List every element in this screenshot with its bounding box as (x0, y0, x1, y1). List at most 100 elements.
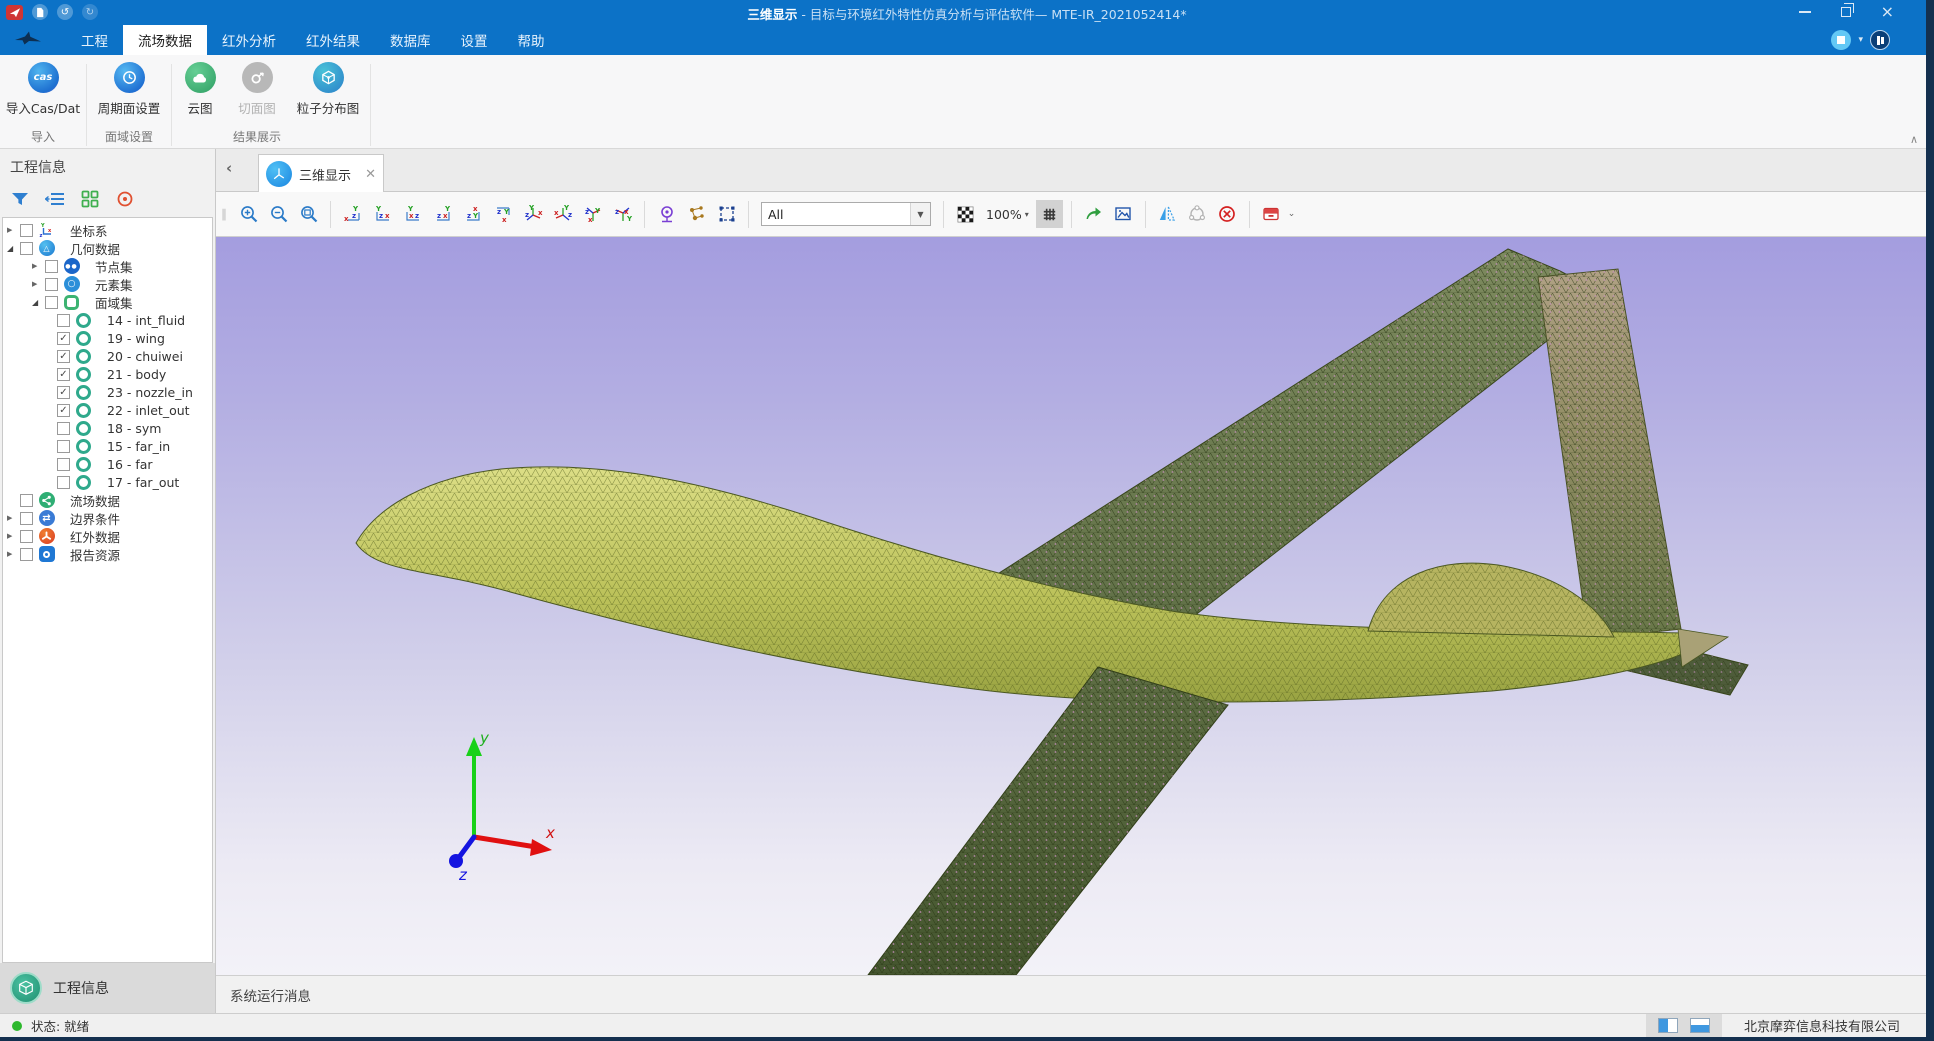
tree-item-geometry-data[interactable]: △ 几何数据 (3, 239, 212, 257)
view-iso-2-icon[interactable]: Yxz (549, 200, 576, 228)
view-front-icon[interactable]: Yxz (339, 200, 366, 228)
expander-icon[interactable] (7, 226, 20, 234)
chevron-down-icon[interactable]: ▾ (1858, 35, 1863, 45)
expander-icon[interactable] (32, 298, 45, 307)
expander-icon[interactable] (32, 262, 45, 270)
tab-close-icon[interactable]: ✕ (365, 167, 376, 182)
tab-3d-view[interactable]: 三维显示 ✕ (258, 154, 384, 193)
maximize-button[interactable] (1841, 7, 1851, 17)
panel-collapse-icon[interactable]: ‹ (226, 159, 232, 177)
layout-left-panel-icon[interactable] (1658, 1018, 1678, 1033)
tree-checkbox[interactable] (57, 476, 70, 489)
tree-checkbox[interactable] (20, 242, 33, 255)
tree-item-surface[interactable]: 16 - far (3, 455, 212, 473)
zoom-out-icon[interactable] (265, 200, 292, 228)
help-book-icon[interactable] (1870, 30, 1890, 50)
tree-item-report-resources[interactable]: 报告资源 (3, 545, 212, 563)
tree-checkbox[interactable] (45, 278, 58, 291)
expander-icon[interactable] (7, 514, 20, 522)
delete-result-icon[interactable] (1214, 200, 1241, 228)
view-right-icon[interactable]: Yzx (429, 200, 456, 228)
tree-checkbox[interactable] (57, 368, 70, 381)
particles-icon[interactable] (683, 200, 710, 228)
view-top-icon[interactable]: xzY (459, 200, 486, 228)
ribbon-collapse-icon[interactable]: ∧ (1910, 133, 1918, 146)
probe-icon[interactable] (653, 200, 680, 228)
menu-item-infrared-analysis[interactable]: 红外分析 (207, 25, 291, 55)
tree-item-flowfield-data[interactable]: 流场数据 (3, 491, 212, 509)
menu-item-help[interactable]: 帮助 (503, 25, 560, 55)
zoom-in-icon[interactable] (235, 200, 262, 228)
zoom-level-dropdown[interactable]: 100% ▾ (982, 207, 1033, 222)
tree-item-boundary-conditions[interactable]: ⇄ 边界条件 (3, 509, 212, 527)
snapshot-icon[interactable] (1110, 200, 1137, 228)
tree-item-face-set[interactable]: 面域集 (3, 293, 212, 311)
tree-item-surface[interactable]: 19 - wing (3, 329, 212, 347)
view-left-icon[interactable]: Yxz (399, 200, 426, 228)
tree-checkbox[interactable] (20, 494, 33, 507)
tree-item-surface[interactable]: 14 - int_fluid (3, 311, 212, 329)
expander-icon[interactable] (7, 244, 20, 253)
tree-checkbox[interactable] (45, 260, 58, 273)
tree-item-surface[interactable]: 17 - far_out (3, 473, 212, 491)
tree-item-surface[interactable]: 18 - sym (3, 419, 212, 437)
tree-item-surface[interactable]: 22 - inlet_out (3, 401, 212, 419)
grid-view-icon[interactable] (80, 189, 100, 209)
tree-item-infrared-data[interactable]: 红外数据 (3, 527, 212, 545)
display-filter-combobox[interactable]: All ▼ (761, 202, 931, 226)
tree-item-surface[interactable]: 20 - chuiwei (3, 347, 212, 365)
tree-checkbox[interactable] (20, 512, 33, 525)
menu-item-infrared-results[interactable]: 红外结果 (291, 25, 375, 55)
tree-checkbox[interactable] (57, 386, 70, 399)
project-tree[interactable]: Yzx 坐标系 △ 几何数据 ●● 节点集 ○ 元素集 (2, 217, 213, 963)
target-icon[interactable] (115, 189, 135, 209)
export-arrow-icon[interactable] (1080, 200, 1107, 228)
transparency-icon[interactable] (952, 200, 979, 228)
tree-item-coordinate-system[interactable]: Yzx 坐标系 (3, 221, 212, 239)
tree-item-element-set[interactable]: ○ 元素集 (3, 275, 212, 293)
tree-checkbox[interactable] (57, 422, 70, 435)
view-iso-3-icon[interactable]: zYx (579, 200, 606, 228)
select-box-icon[interactable] (713, 200, 740, 228)
tree-item-surface[interactable]: 15 - far_in (3, 437, 212, 455)
view-iso-4-icon[interactable]: zxY (609, 200, 636, 228)
cloud-map-button[interactable]: 云图 (172, 60, 228, 117)
theme-icon[interactable] (1831, 30, 1851, 50)
menu-item-database[interactable]: 数据库 (375, 25, 446, 55)
panel-footer[interactable]: 工程信息 (0, 963, 215, 1013)
tree-checkbox[interactable] (57, 440, 70, 453)
message-bar[interactable]: 系统运行消息 (216, 975, 1926, 1013)
particle-distribution-button[interactable]: 粒子分布图 (286, 60, 370, 117)
smooth-mesh-icon[interactable] (1184, 200, 1211, 228)
menu-item-flowfield-data[interactable]: 流场数据 (123, 25, 207, 55)
layout-bottom-panel-icon[interactable] (1690, 1018, 1710, 1033)
minimize-button[interactable] (1799, 11, 1811, 13)
tree-item-node-set[interactable]: ●● 节点集 (3, 257, 212, 275)
toolbar-grip-handle[interactable]: ∥ (221, 207, 228, 221)
mirror-icon[interactable] (1154, 200, 1181, 228)
tree-checkbox[interactable] (57, 314, 70, 327)
combobox-dropdown-icon[interactable]: ▼ (910, 203, 930, 225)
expander-icon[interactable] (7, 532, 20, 540)
view-bottom-icon[interactable]: zYx (489, 200, 516, 228)
mesh-grid-toggle[interactable] (1036, 200, 1063, 228)
menu-item-engineering[interactable]: 工程 (66, 25, 123, 55)
package-icon[interactable] (1258, 200, 1285, 228)
periodic-face-settings-button[interactable]: 周期面设置 (87, 60, 171, 117)
import-cas-dat-button[interactable]: cas 导入Cas/Dat (0, 60, 86, 117)
menu-item-settings[interactable]: 设置 (446, 25, 503, 55)
expander-icon[interactable] (7, 550, 20, 558)
tree-checkbox[interactable] (20, 224, 33, 237)
tree-item-surface[interactable]: 23 - nozzle_in (3, 383, 212, 401)
zoom-fit-icon[interactable] (295, 200, 322, 228)
tree-checkbox[interactable] (57, 350, 70, 363)
view-iso-1-icon[interactable]: Yxz (519, 200, 546, 228)
tree-checkbox[interactable] (57, 404, 70, 417)
tree-item-surface[interactable]: 21 - body (3, 365, 212, 383)
tree-checkbox[interactable] (20, 530, 33, 543)
tree-checkbox[interactable] (45, 296, 58, 309)
collapse-list-icon[interactable] (45, 189, 65, 209)
close-button[interactable]: × (1881, 5, 1894, 19)
expander-icon[interactable] (32, 280, 45, 288)
tree-checkbox[interactable] (57, 458, 70, 471)
